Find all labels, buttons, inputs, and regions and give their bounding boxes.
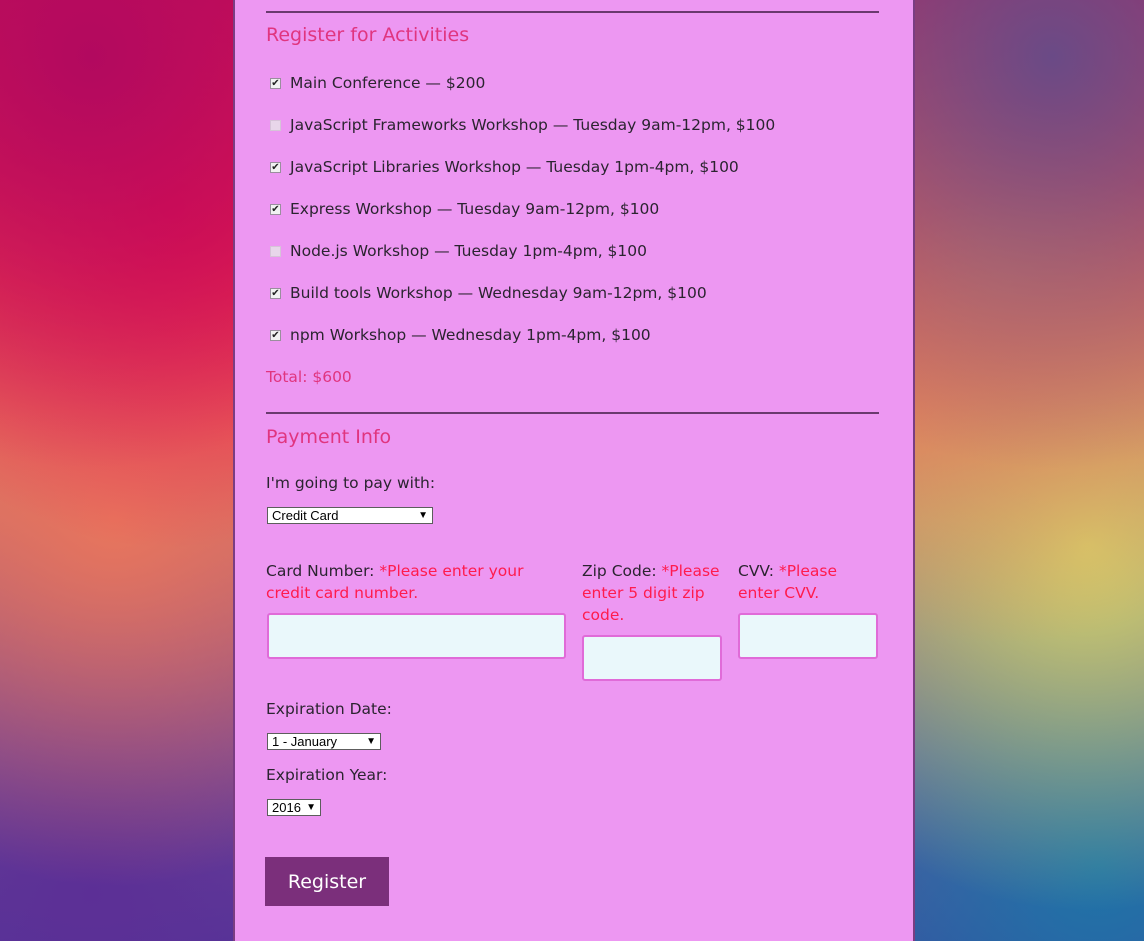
card-number-input[interactable] — [267, 613, 566, 659]
activity-checkbox[interactable]: ✔ — [270, 329, 281, 341]
cvv-input[interactable] — [738, 613, 878, 659]
activity-checkbox[interactable]: ✔ — [270, 77, 281, 89]
activity-item[interactable]: Node.js Workshop — Tuesday 1pm-4pm, $100 — [270, 240, 647, 262]
expiration-month-value: 1 - January — [272, 734, 338, 749]
expiration-year-select[interactable]: 2016 ▼ — [267, 799, 321, 816]
payment-method-value: Credit Card — [272, 508, 339, 523]
expiration-year-value: 2016 — [272, 800, 301, 815]
expiration-date-label: Expiration Date: — [266, 700, 392, 718]
activity-checkbox[interactable]: ✔ — [270, 287, 281, 299]
activity-checkbox[interactable] — [270, 119, 281, 131]
dropdown-arrow-icon: ▼ — [306, 802, 316, 813]
activity-checkbox[interactable]: ✔ — [270, 161, 281, 173]
card-number-label: Card Number: *Please enter your credit c… — [266, 560, 566, 604]
section-divider — [266, 412, 879, 414]
payment-method-select[interactable]: Credit Card ▼ — [267, 507, 433, 524]
activity-checkbox[interactable] — [270, 245, 281, 257]
activity-item[interactable]: ✔ npm Workshop — Wednesday 1pm-4pm, $100 — [270, 324, 651, 346]
expiration-year-label: Expiration Year: — [266, 766, 388, 784]
dropdown-arrow-icon: ▼ — [418, 510, 428, 521]
activity-checkbox[interactable]: ✔ — [270, 203, 281, 215]
expiration-month-select[interactable]: 1 - January ▼ — [267, 733, 381, 750]
form-panel — [233, 0, 915, 941]
payment-method-label: I'm going to pay with: — [266, 474, 436, 492]
activities-title: Register for Activities — [266, 24, 470, 46]
cvv-label: CVV: *Please enter CVV. — [738, 560, 878, 604]
zip-code-input[interactable] — [582, 635, 722, 681]
activity-item[interactable]: ✔ Main Conference — $200 — [270, 72, 485, 94]
activities-total: Total: $600 — [266, 368, 352, 386]
card-number-label-text: Card Number: — [266, 562, 375, 580]
activity-label: JavaScript Frameworks Workshop — Tuesday… — [290, 116, 776, 134]
activity-item[interactable]: ✔ Express Workshop — Tuesday 9am-12pm, $1… — [270, 198, 659, 220]
zip-code-label-text: Zip Code: — [582, 562, 657, 580]
payment-title: Payment Info — [266, 426, 392, 448]
activity-item[interactable]: ✔ JavaScript Libraries Workshop — Tuesday… — [270, 156, 739, 178]
dropdown-arrow-icon: ▼ — [366, 736, 376, 747]
activity-item[interactable]: ✔ Build tools Workshop — Wednesday 9am-12… — [270, 282, 707, 304]
activity-item[interactable]: JavaScript Frameworks Workshop — Tuesday… — [270, 114, 775, 136]
activity-label: Main Conference — $200 — [290, 74, 486, 92]
activity-label: Express Workshop — Tuesday 9am-12pm, $10… — [290, 200, 660, 218]
register-button[interactable]: Register — [265, 857, 389, 906]
section-divider — [266, 11, 879, 13]
activity-label: npm Workshop — Wednesday 1pm-4pm, $100 — [290, 326, 651, 344]
activity-label: Node.js Workshop — Tuesday 1pm-4pm, $100 — [290, 242, 647, 260]
activity-label: Build tools Workshop — Wednesday 9am-12p… — [290, 284, 707, 302]
cvv-label-text: CVV: — [738, 562, 774, 580]
zip-code-label: Zip Code: *Please enter 5 digit zip code… — [582, 560, 722, 626]
activity-label: JavaScript Libraries Workshop — Tuesday … — [290, 158, 739, 176]
